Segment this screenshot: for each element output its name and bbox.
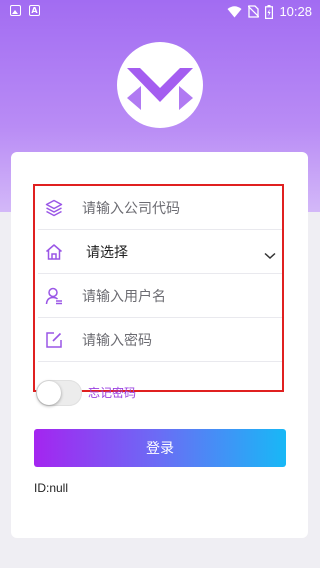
- a-icon: A: [29, 5, 40, 16]
- remember-toggle[interactable]: [36, 380, 82, 406]
- status-bar: A 10:28: [0, 0, 320, 24]
- remember-toggle-group: 忘记密码: [36, 380, 136, 406]
- app-logo: [117, 42, 203, 128]
- logo-mark-icon: [127, 68, 193, 110]
- image-icon: [10, 5, 21, 16]
- battery-icon: [265, 4, 274, 19]
- toggle-knob: [37, 381, 61, 405]
- device-id-text: ID:null: [34, 481, 69, 495]
- highlight-box: [33, 184, 284, 392]
- wifi-icon: [227, 5, 242, 17]
- forgot-password-label[interactable]: 忘记密码: [88, 384, 136, 401]
- login-button[interactable]: 登录: [34, 429, 286, 467]
- no-sim-icon: [248, 5, 260, 18]
- status-time: 10:28: [279, 4, 312, 19]
